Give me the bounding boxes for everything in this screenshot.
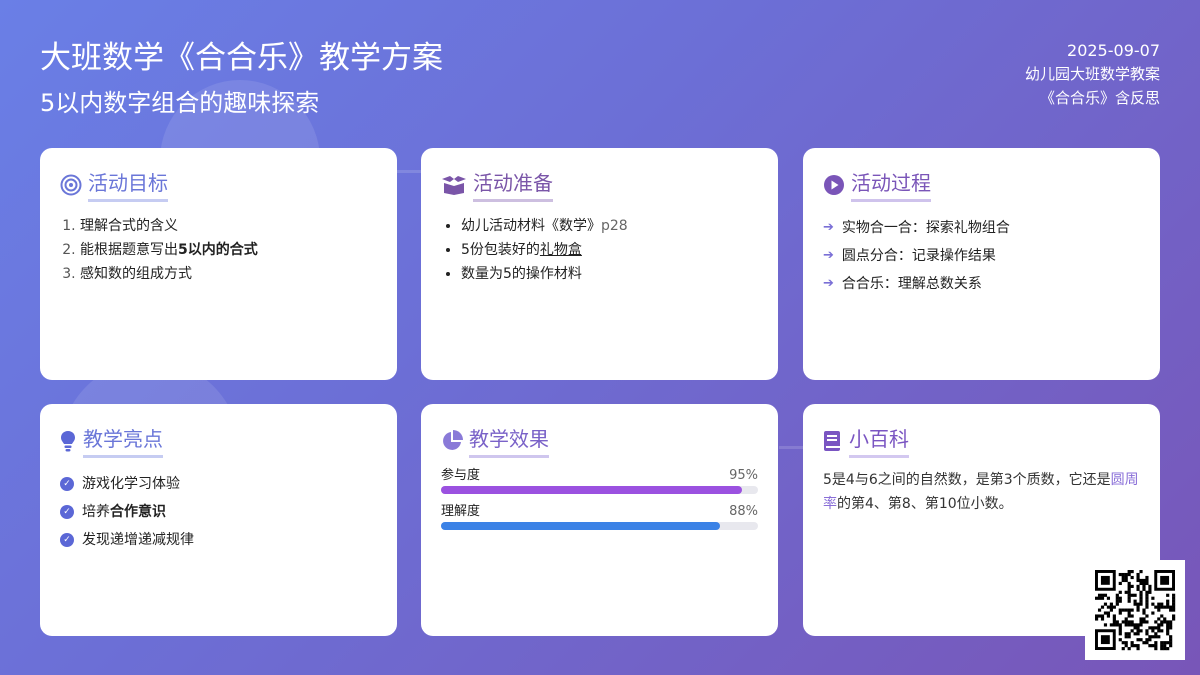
list-item: ➔ 合合乐：理解总数关系 <box>823 270 1140 298</box>
card-title: 小百科 <box>849 425 909 458</box>
bar-percent: 88% <box>729 504 758 519</box>
check-circle-icon: ✓ <box>60 533 74 547</box>
card-highlights: 教学亮点 ✓ 游戏化学习体验 ✓ 培养 合作意识 ✓ 发现递增递减规律 <box>40 404 397 636</box>
date-label: 2025-09-07 <box>1067 41 1160 60</box>
meta-line-1: 幼儿园大班数学教案 <box>1024 65 1160 83</box>
bar-label: 参与度 <box>441 468 481 483</box>
process-list: ➔ 实物合一合：探索礼物组合 ➔ 圆点分合：记录操作结果 ➔ 合合乐：理解总数关系 <box>823 214 1140 298</box>
list-item: 能根据题意写出5以内的合式 <box>80 238 377 262</box>
highlights-list: ✓ 游戏化学习体验 ✓ 培养 合作意识 ✓ 发现递增递减规律 <box>60 470 377 554</box>
prep-list: 幼儿活动材料《数学》p28 5份包装好的礼物盒 数量为5的操作材料 <box>441 214 758 286</box>
bg-line-1 <box>397 170 421 173</box>
list-item: ➔ 圆点分合：记录操作结果 <box>823 242 1140 270</box>
list-item: 理解合式的含义 <box>80 214 377 238</box>
list-item: ✓ 发现递增递减规律 <box>60 526 377 554</box>
header-left: 大班数学《合合乐》教学方案 5以内数字组合的趣味探索 <box>40 38 443 120</box>
bar-label: 理解度 <box>441 504 481 519</box>
play-circle-icon <box>823 174 845 196</box>
progress-bar-understanding: 理解度 88% <box>441 502 758 530</box>
header-right: 2025-09-07 幼儿园大班数学教案 《合合乐》含反思 <box>1025 40 1160 110</box>
wiki-text: 5是4与6之间的自然数，是第3个质数，它还是圆周率的第4、第8、第10位小数。 <box>823 472 1139 512</box>
card-title: 活动目标 <box>88 169 168 202</box>
list-item: ✓ 游戏化学习体验 <box>60 470 377 498</box>
card-title: 教学亮点 <box>83 425 163 458</box>
list-item: ✓ 培养 合作意识 <box>60 498 377 526</box>
arrow-right-icon: ➔ <box>823 248 834 263</box>
card-effect: 教学效果 参与度 95% 理解度 88% <box>421 404 778 636</box>
list-item: 5份包装好的礼物盒 <box>461 238 758 262</box>
lightbulb-icon <box>60 430 77 452</box>
bg-line-2 <box>779 446 803 449</box>
check-circle-icon: ✓ <box>60 477 74 491</box>
bar-fill <box>441 522 720 530</box>
bar-track <box>441 522 758 530</box>
progress-bar-participation: 参与度 95% <box>441 466 758 494</box>
progress-bars: 参与度 95% 理解度 88% <box>441 466 758 530</box>
list-item: ➔ 实物合一合：探索礼物组合 <box>823 214 1140 242</box>
bar-track <box>441 486 758 494</box>
bar-percent: 95% <box>729 468 758 483</box>
box-open-icon <box>441 174 467 196</box>
card-process: 活动过程 ➔ 实物合一合：探索礼物组合 ➔ 圆点分合：记录操作结果 ➔ 合合乐：理解总… <box>803 148 1160 380</box>
list-item: 数量为5的操作材料 <box>461 262 758 286</box>
bar-fill <box>441 486 743 494</box>
arrow-right-icon: ➔ <box>823 276 834 291</box>
card-goals: 活动目标 理解合式的含义 能根据题意写出5以内的合式 感知数的组成方式 <box>40 148 397 380</box>
goals-list: 理解合式的含义 能根据题意写出5以内的合式 感知数的组成方式 <box>60 214 377 286</box>
card-title: 活动准备 <box>473 169 553 202</box>
book-icon <box>823 430 843 452</box>
check-circle-icon: ✓ <box>60 505 74 519</box>
meta-line-2: 《合合乐》含反思 <box>1039 89 1160 107</box>
card-prep: 活动准备 幼儿活动材料《数学》p28 5份包装好的礼物盒 数量为5的操作材料 <box>421 148 778 380</box>
arrow-right-icon: ➔ <box>823 220 834 235</box>
target-icon <box>60 174 82 196</box>
page-subtitle: 5以内数字组合的趣味探索 <box>40 89 320 117</box>
list-item: 感知数的组成方式 <box>80 262 377 286</box>
card-title: 活动过程 <box>851 169 931 202</box>
list-item: 幼儿活动材料《数学》p28 <box>461 214 758 238</box>
page-title: 大班数学《合合乐》教学方案 <box>40 40 443 76</box>
pie-chart-icon <box>441 430 463 452</box>
card-title: 教学效果 <box>469 425 549 458</box>
qr-code <box>1085 560 1185 660</box>
